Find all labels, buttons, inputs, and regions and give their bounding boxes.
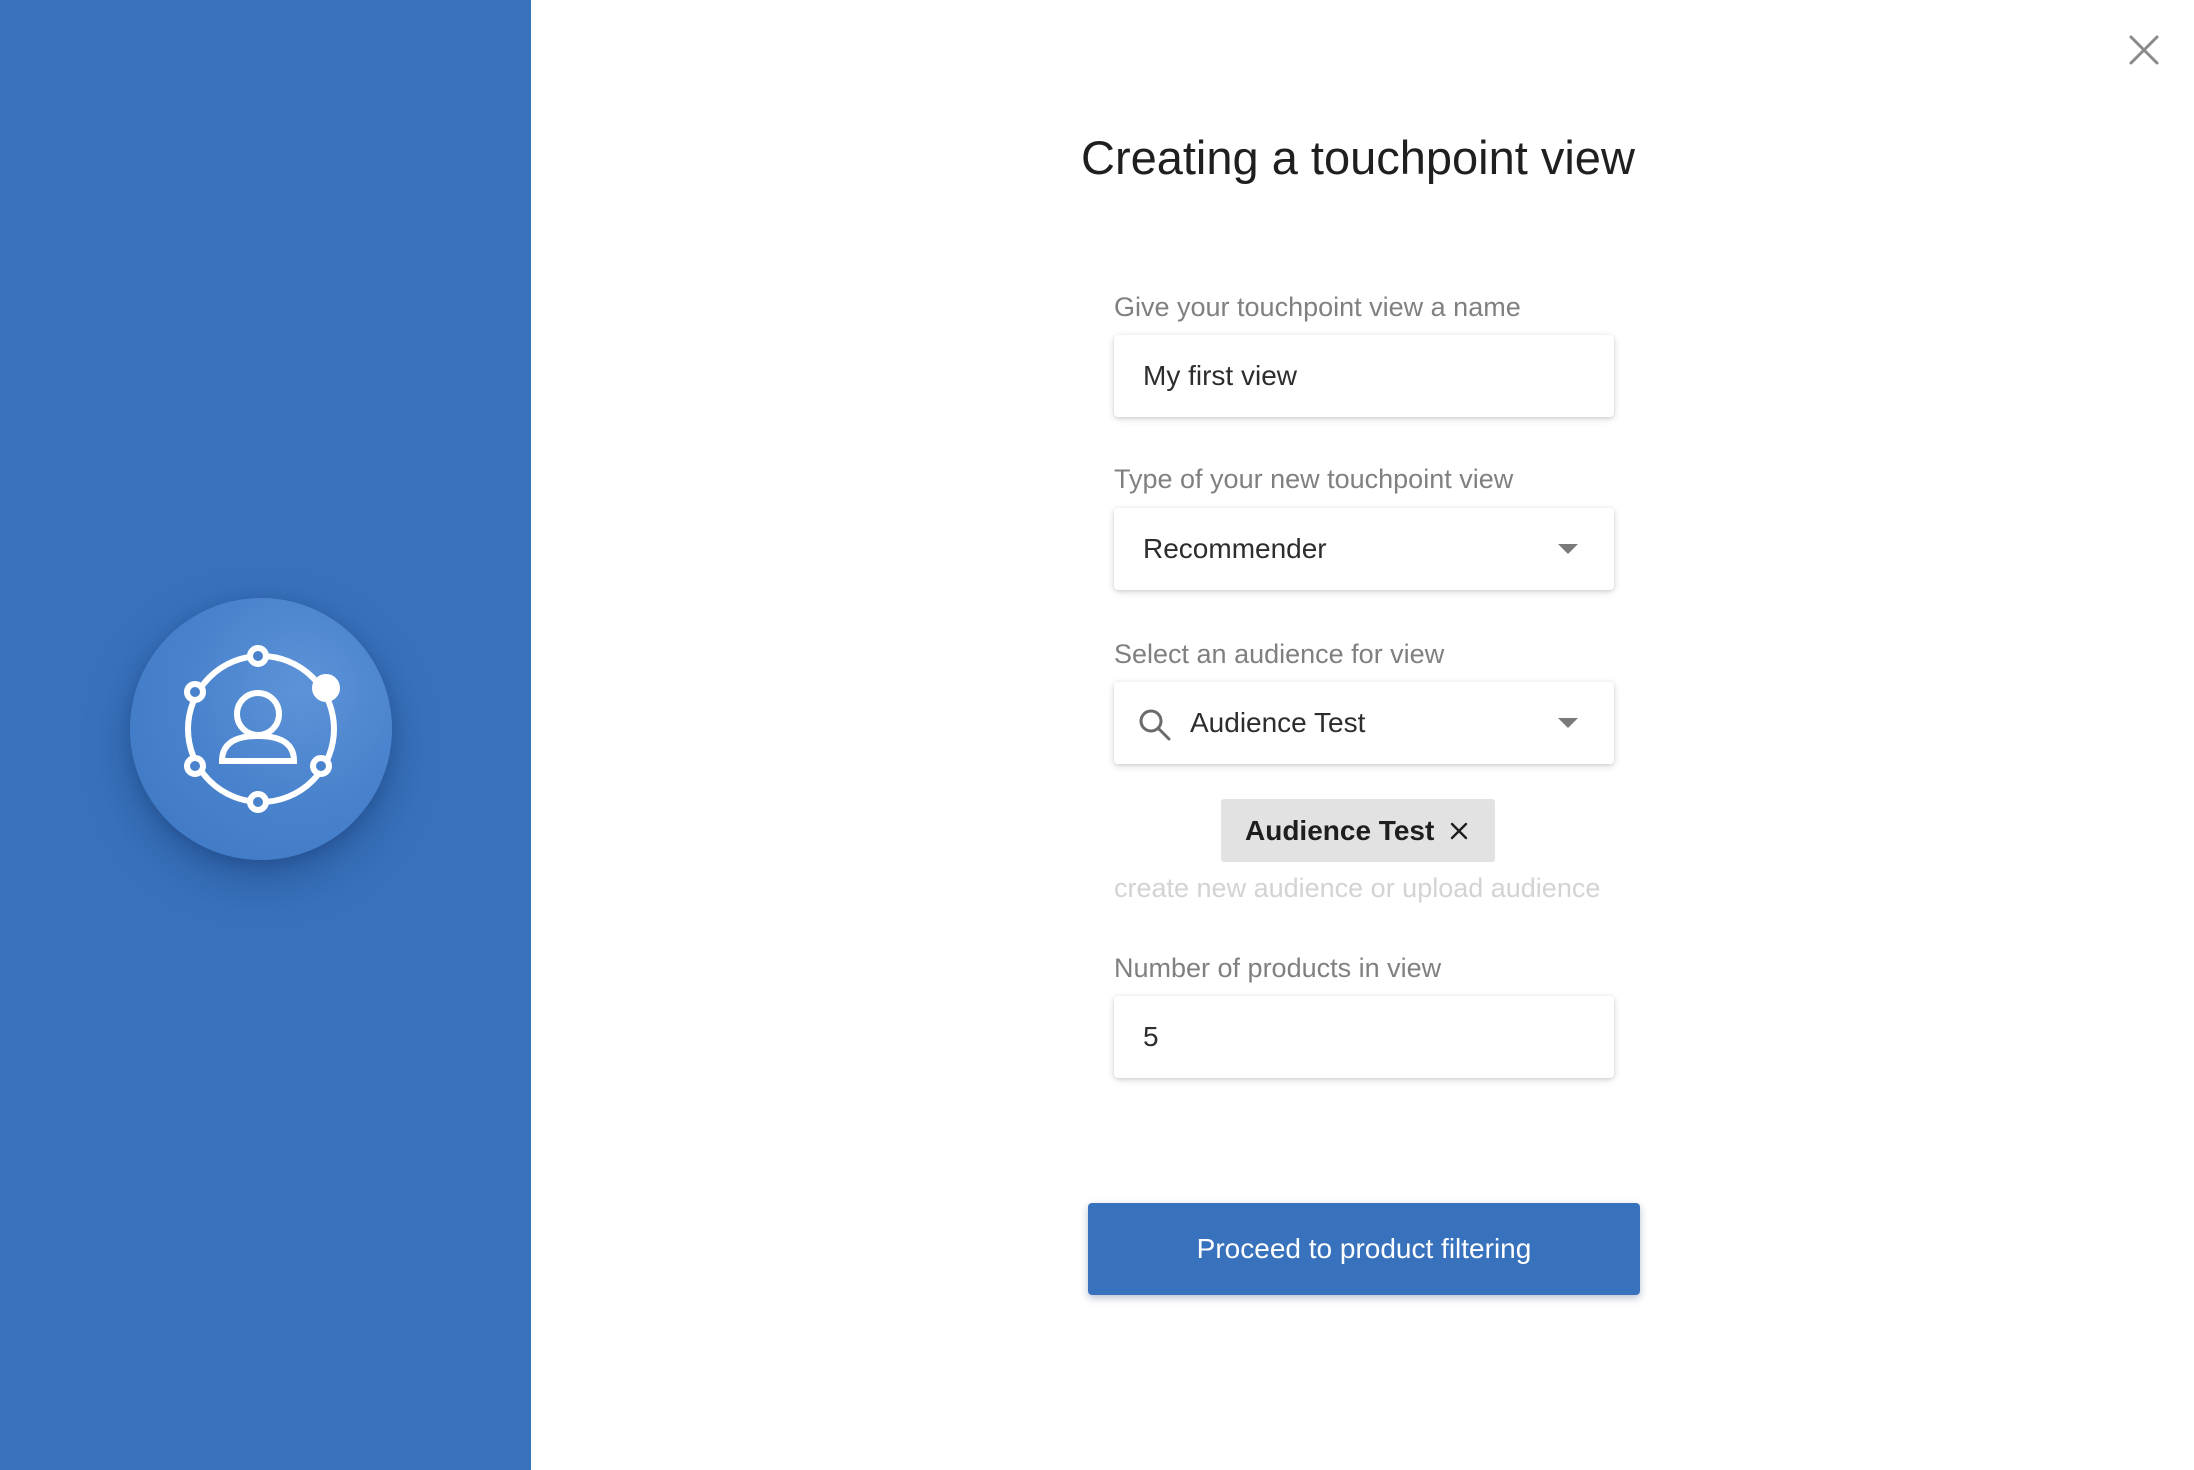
name-field-label: Give your touchpoint view a name xyxy=(1114,292,1521,322)
create-audience-link[interactable]: create new audience or upload audience xyxy=(1114,873,1600,904)
chip-remove-button[interactable] xyxy=(1448,820,1470,842)
audience-search-value: Audience Test xyxy=(1190,707,1366,738)
type-select-value: Recommender xyxy=(1143,533,1327,564)
chip-label: Audience Test xyxy=(1245,814,1435,846)
proceed-button[interactable]: Proceed to product filtering xyxy=(1088,1203,1640,1295)
audience-field-label: Select an audience for view xyxy=(1114,639,1445,669)
chevron-down-icon xyxy=(1558,718,1578,728)
audience-network-icon xyxy=(184,645,340,813)
close-icon xyxy=(2129,35,2159,65)
search-icon xyxy=(1139,709,1171,741)
audience-search-select[interactable]: Audience Test xyxy=(1114,682,1614,764)
products-count-input[interactable]: 5 xyxy=(1114,996,1614,1078)
products-field-label: Number of products in view xyxy=(1114,953,1442,983)
audience-badge xyxy=(130,598,392,860)
page-title: Creating a touchpoint view xyxy=(1081,131,1635,184)
close-icon xyxy=(1451,822,1468,839)
touchpoint-view-dialog: Creating a touchpoint view Give your tou… xyxy=(0,0,2194,1470)
selected-audience-chip: Audience Test xyxy=(1221,799,1495,862)
type-field-label: Type of your new touchpoint view xyxy=(1114,464,1514,494)
side-panel xyxy=(0,0,531,1470)
chevron-down-icon xyxy=(1558,544,1578,554)
close-button[interactable] xyxy=(2124,30,2164,70)
name-input[interactable]: My first view xyxy=(1114,335,1614,417)
type-select[interactable]: Recommender xyxy=(1114,508,1614,590)
products-count-value: 5 xyxy=(1143,1021,1159,1052)
name-input-value: My first view xyxy=(1143,360,1297,391)
